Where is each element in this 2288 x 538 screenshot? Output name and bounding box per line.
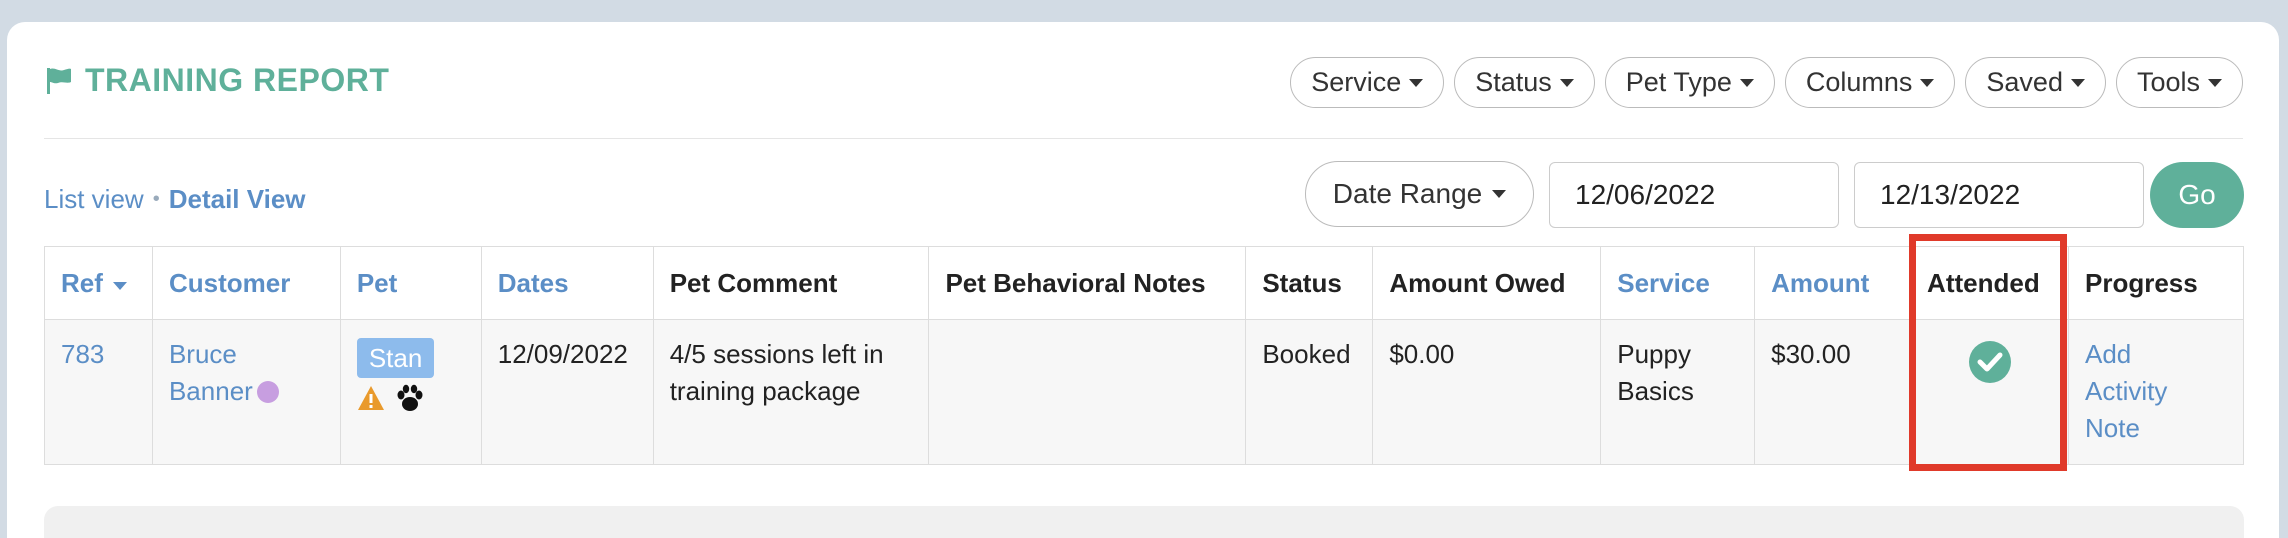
customer-cell: Bruce Banner [151,319,341,465]
filter-toolbar: Service Status Pet Type Columns Saved To… [1290,57,2243,108]
col-customer[interactable]: Customer [151,246,341,320]
divider [44,138,2243,139]
caret-down-icon [1409,78,1424,87]
view-switcher: List view • Detail View [44,184,306,215]
col-status: Status [1245,246,1374,320]
end-date-input[interactable]: 12/13/2022 [1854,162,2144,228]
col-pet-behavioral-notes: Pet Behavioral Notes [928,246,1247,320]
amount-owed-cell: $0.00 [1372,319,1602,465]
list-view-link[interactable]: List view [44,184,144,215]
filter-pet-type[interactable]: Pet Type [1604,57,1775,108]
service-cell: Puppy Basics [1600,319,1756,465]
filter-columns[interactable]: Columns [1784,57,1956,108]
view-separator: • [152,188,160,210]
warning-icon [357,386,384,410]
start-date-input[interactable]: 12/06/2022 [1549,162,1839,228]
col-pet[interactable]: Pet [339,246,482,320]
amount-cell: $30.00 [1754,319,1912,465]
col-amount-owed: Amount Owed [1372,246,1602,320]
ref-link[interactable]: 783 [44,319,153,465]
col-dates[interactable]: Dates [480,246,654,320]
caret-down-icon [1739,78,1754,87]
attended-cell [1910,319,2069,465]
caret-down-icon [1492,190,1507,198]
caret-down-icon [1559,78,1574,87]
customer-link[interactable]: Bruce Banner [169,339,253,406]
filter-status[interactable]: Status [1454,57,1595,108]
table-header-row: Ref Customer Pet Dates Pet Comment Pet B… [44,246,2244,320]
table-row: 783 Bruce Banner Stan 12/09/2022 4/5 ses… [44,319,2244,465]
pet-cell: Stan [339,319,482,465]
caret-down-icon [2070,78,2085,87]
filter-tools[interactable]: Tools [2115,57,2243,108]
add-activity-note-link[interactable]: Add Activity Note [2068,319,2244,465]
col-amount[interactable]: Amount [1754,246,1912,320]
report-table: Ref Customer Pet Dates Pet Comment Pet B… [44,246,2244,465]
dates-cell: 12/09/2022 [480,319,654,465]
col-ref[interactable]: Ref [44,246,153,320]
check-circle-icon[interactable] [1968,340,2012,384]
page-title: TRAINING REPORT [85,62,390,98]
paw-icon [397,384,423,411]
col-service[interactable]: Service [1600,246,1756,320]
date-range-dropdown[interactable]: Date Range [1305,161,1534,227]
col-pet-comment: Pet Comment [652,246,930,320]
report-header: TRAINING REPORT [45,62,389,99]
filter-service[interactable]: Service [1290,57,1445,108]
filter-saved[interactable]: Saved [1965,57,2106,108]
status-dot-icon [256,381,279,403]
pet-tag[interactable]: Stan [356,338,435,378]
pet-comment-cell: 4/5 sessions left in training package [652,319,930,465]
status-cell: Booked [1245,319,1374,465]
col-attended: Attended [1910,246,2069,320]
caret-down-icon [2208,78,2222,87]
col-progress: Progress [2068,246,2244,320]
behavioral-notes-cell [928,319,1247,465]
pet-icons [357,384,465,412]
sort-desc-icon [112,281,127,290]
go-button[interactable]: Go [2150,162,2244,228]
flag-icon [47,67,71,94]
caret-down-icon [1920,78,1935,87]
detail-view-link[interactable]: Detail View [169,184,306,215]
footer-bar [44,506,2244,538]
